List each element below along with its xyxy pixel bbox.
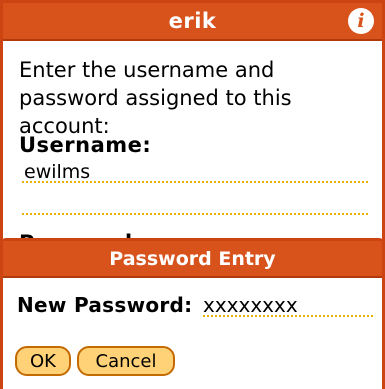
blank-field[interactable] [22,193,368,215]
new-password-field[interactable]: xxxxxxxx [203,293,373,317]
title-bar: erik i [3,3,382,41]
new-password-label: New Password: [17,293,193,317]
password-entry-dialog: Password Entry New Password: xxxxxxxx OK… [0,238,385,389]
cancel-button[interactable]: Cancel [77,346,175,376]
dialog-title: Password Entry [3,241,382,278]
ok-button[interactable]: OK [15,346,71,376]
username-field[interactable]: ewilms [22,161,368,183]
window-title: erik [168,9,217,33]
username-label: Username: [19,133,152,157]
info-icon[interactable]: i [348,8,374,34]
prompt-text: Enter the username and password assigned… [19,58,292,138]
